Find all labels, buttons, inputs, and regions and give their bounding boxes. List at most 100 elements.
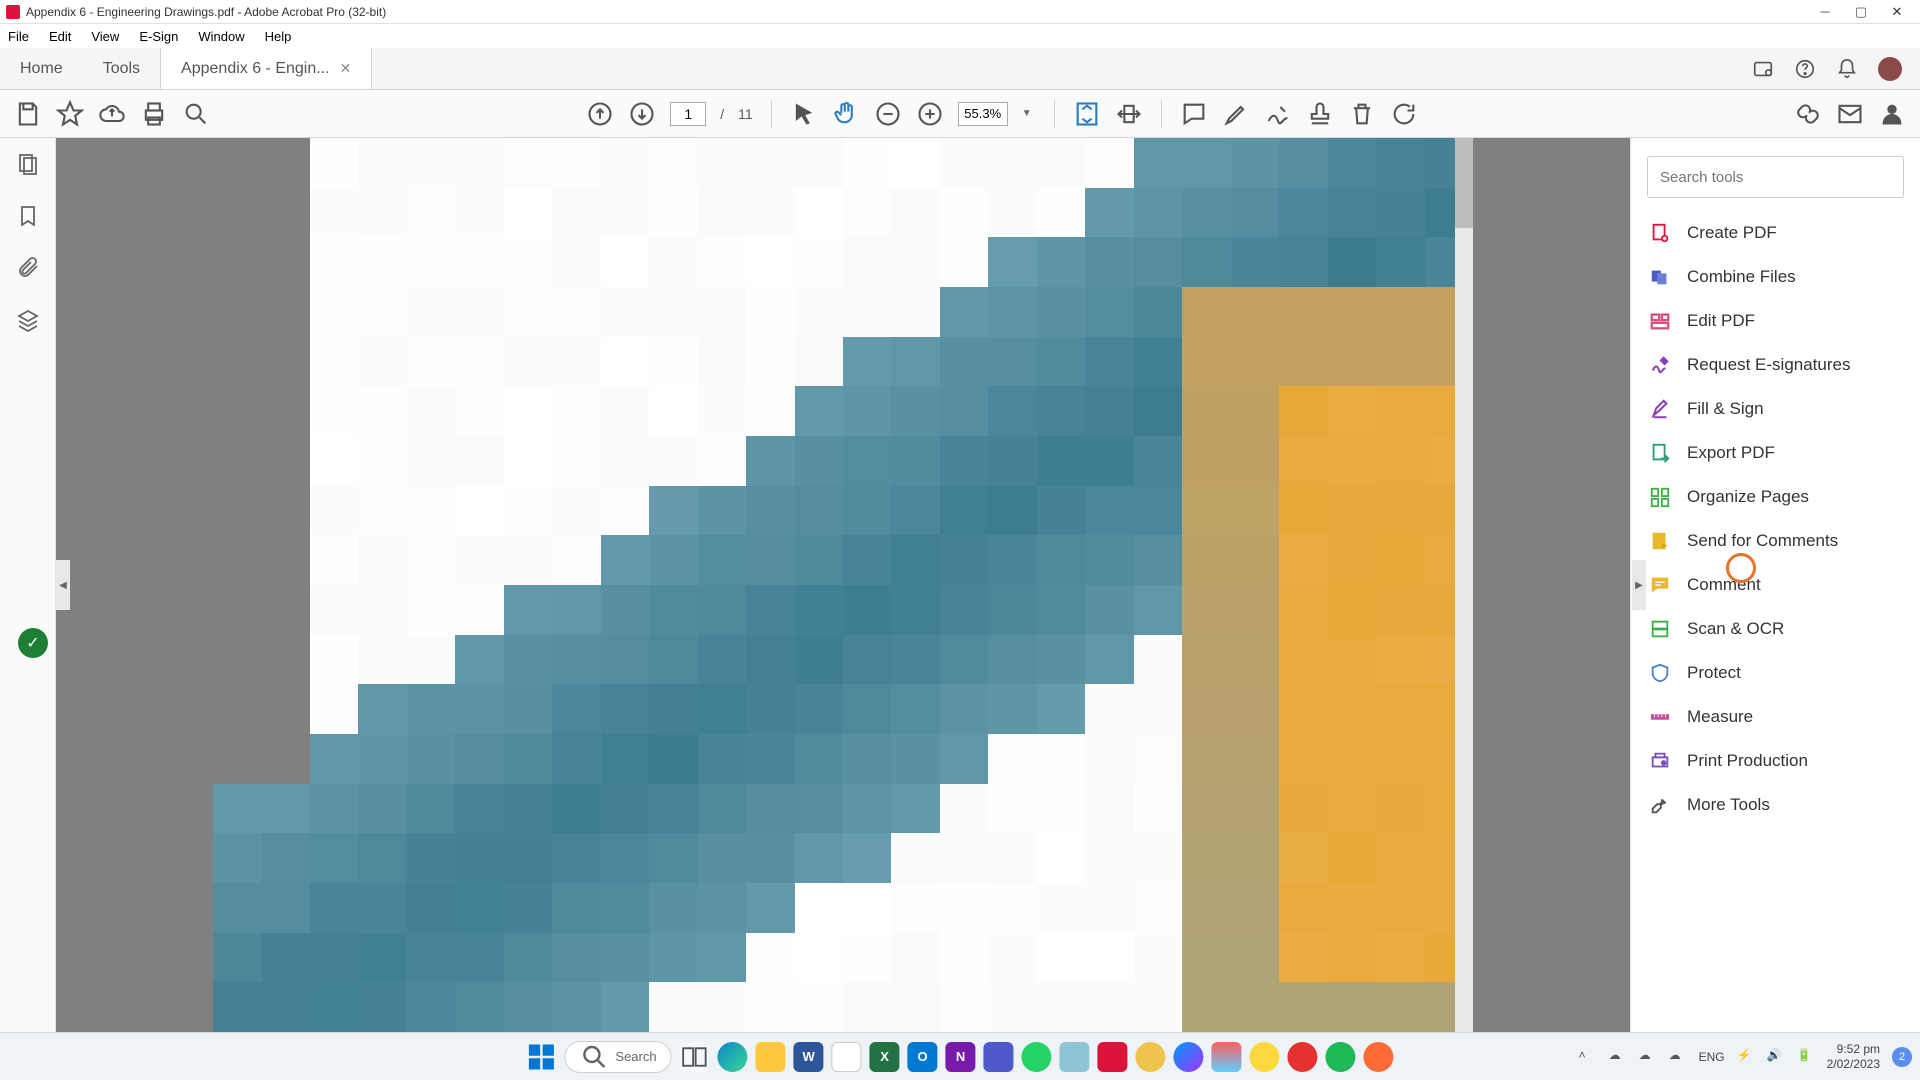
tool-comment[interactable]: Comment: [1647, 574, 1904, 596]
zoom-level-input[interactable]: [958, 102, 1008, 126]
discover-icon[interactable]: [1752, 58, 1774, 80]
highlight-icon[interactable]: [1222, 100, 1250, 128]
prev-page-icon[interactable]: [586, 100, 614, 128]
edge-icon[interactable]: [718, 1042, 748, 1072]
tab-document[interactable]: Appendix 6 - Engin... ✕: [160, 48, 372, 89]
tray-wifi-icon[interactable]: ⚡: [1737, 1048, 1755, 1066]
zoom-dropdown-icon[interactable]: ▼: [1022, 108, 1036, 119]
tool-organize-pages[interactable]: Organize Pages: [1647, 486, 1904, 508]
outlook-icon[interactable]: O: [908, 1042, 938, 1072]
page-number-input[interactable]: [670, 102, 706, 126]
more-tools-icon: [1649, 794, 1671, 816]
tool-more-tools[interactable]: More Tools: [1647, 794, 1904, 816]
search-tools-input[interactable]: [1647, 156, 1904, 198]
spotify-icon[interactable]: [1326, 1042, 1356, 1072]
app-icon-2[interactable]: [1136, 1042, 1166, 1072]
tool-send-comments[interactable]: Send for Comments: [1647, 530, 1904, 552]
tool-scan-ocr[interactable]: Scan & OCR: [1647, 618, 1904, 640]
vertical-scrollbar[interactable]: [1455, 138, 1473, 1032]
bookmarks-icon[interactable]: [16, 204, 40, 228]
left-panel-collapse-icon[interactable]: ◀: [56, 560, 70, 610]
share-link-icon[interactable]: [1794, 100, 1822, 128]
tool-protect[interactable]: Protect: [1647, 662, 1904, 684]
menu-help[interactable]: Help: [255, 29, 302, 44]
taskbar-search[interactable]: Search: [564, 1041, 671, 1073]
tray-sync-icon[interactable]: ☁: [1669, 1048, 1687, 1066]
delete-icon[interactable]: [1348, 100, 1376, 128]
star-icon[interactable]: [56, 100, 84, 128]
file-explorer-icon[interactable]: [756, 1042, 786, 1072]
tool-measure[interactable]: Measure: [1647, 706, 1904, 728]
fit-page-icon[interactable]: [1073, 100, 1101, 128]
tray-clock[interactable]: 9:52 pm 2/02/2023: [1827, 1042, 1880, 1071]
menu-file[interactable]: File: [6, 29, 39, 44]
protect-icon: [1649, 662, 1671, 684]
right-panel-collapse-icon[interactable]: ▶: [1632, 560, 1646, 610]
print-icon[interactable]: [140, 100, 168, 128]
acrobat-taskbar-icon[interactable]: [1098, 1042, 1128, 1072]
edit-pdf-icon: [1649, 310, 1671, 332]
menu-window[interactable]: Window: [188, 29, 254, 44]
selection-arrow-icon[interactable]: [790, 100, 818, 128]
teams-icon[interactable]: [984, 1042, 1014, 1072]
tool-edit-pdf[interactable]: Edit PDF: [1647, 310, 1904, 332]
zoom-in-icon[interactable]: [916, 100, 944, 128]
attachments-icon[interactable]: [16, 256, 40, 280]
scrollbar-thumb[interactable]: [1455, 138, 1473, 228]
tool-request-esignatures[interactable]: Request E-signatures: [1647, 354, 1904, 376]
sign-icon[interactable]: [1264, 100, 1292, 128]
taskview-icon[interactable]: [680, 1042, 710, 1072]
email-icon[interactable]: [1836, 100, 1864, 128]
app-icon-1[interactable]: [1060, 1042, 1090, 1072]
tool-create-pdf[interactable]: Create PDF: [1647, 222, 1904, 244]
save-icon[interactable]: [14, 100, 42, 128]
zoom-out-icon[interactable]: [874, 100, 902, 128]
menu-esign[interactable]: E-Sign: [129, 29, 188, 44]
tray-onedrive-icon[interactable]: ☁: [1609, 1048, 1627, 1066]
tool-print-production[interactable]: Print Production: [1647, 750, 1904, 772]
tray-battery-icon[interactable]: 🔋: [1797, 1048, 1815, 1066]
tab-home[interactable]: Home: [0, 48, 83, 89]
layers-icon[interactable]: [16, 308, 40, 332]
people-icon[interactable]: [1878, 100, 1906, 128]
help-icon[interactable]: [1794, 58, 1816, 80]
fit-width-icon[interactable]: [1115, 100, 1143, 128]
sticky-note-icon[interactable]: [1180, 100, 1208, 128]
tray-chevron-icon[interactable]: ˄: [1579, 1048, 1597, 1066]
menu-view[interactable]: View: [81, 29, 129, 44]
notifications-icon[interactable]: [1836, 58, 1858, 80]
whatsapp-icon[interactable]: [1022, 1042, 1052, 1072]
tray-volume-icon[interactable]: 🔊: [1767, 1048, 1785, 1066]
app-icon-6[interactable]: [1364, 1042, 1394, 1072]
thumbnails-icon[interactable]: [16, 152, 40, 176]
stamp-icon[interactable]: [1306, 100, 1334, 128]
onenote-icon[interactable]: N: [946, 1042, 976, 1072]
next-page-icon[interactable]: [628, 100, 656, 128]
word-icon[interactable]: W: [794, 1042, 824, 1072]
rotate-icon[interactable]: [1390, 100, 1418, 128]
excel-icon[interactable]: X: [870, 1042, 900, 1072]
cloud-upload-icon[interactable]: [98, 100, 126, 128]
tool-export-pdf[interactable]: Export PDF: [1647, 442, 1904, 464]
find-icon[interactable]: [182, 100, 210, 128]
maximize-button[interactable]: ▢: [1852, 3, 1870, 21]
tray-notifications-badge[interactable]: 2: [1892, 1047, 1912, 1067]
hand-tool-icon[interactable]: [832, 100, 860, 128]
tab-tools[interactable]: Tools: [83, 48, 160, 89]
tray-language[interactable]: ENG: [1699, 1050, 1725, 1064]
close-window-button[interactable]: ✕: [1888, 3, 1906, 21]
app-icon-4[interactable]: [1250, 1042, 1280, 1072]
tool-fill-sign[interactable]: Fill & Sign: [1647, 398, 1904, 420]
calendar-icon[interactable]: [832, 1042, 862, 1072]
tray-cloud-icon[interactable]: ☁: [1639, 1048, 1657, 1066]
app-icon-3[interactable]: [1212, 1042, 1242, 1072]
minimize-button[interactable]: ─: [1816, 3, 1834, 21]
account-avatar[interactable]: [1878, 57, 1902, 81]
start-button[interactable]: [526, 1042, 556, 1072]
tool-combine-files[interactable]: Combine Files: [1647, 266, 1904, 288]
document-viewport[interactable]: ◀ ▶: [56, 138, 1630, 1032]
messenger-icon[interactable]: [1174, 1042, 1204, 1072]
tab-close-icon[interactable]: ✕: [340, 60, 352, 77]
menu-edit[interactable]: Edit: [39, 29, 81, 44]
app-icon-5[interactable]: [1288, 1042, 1318, 1072]
